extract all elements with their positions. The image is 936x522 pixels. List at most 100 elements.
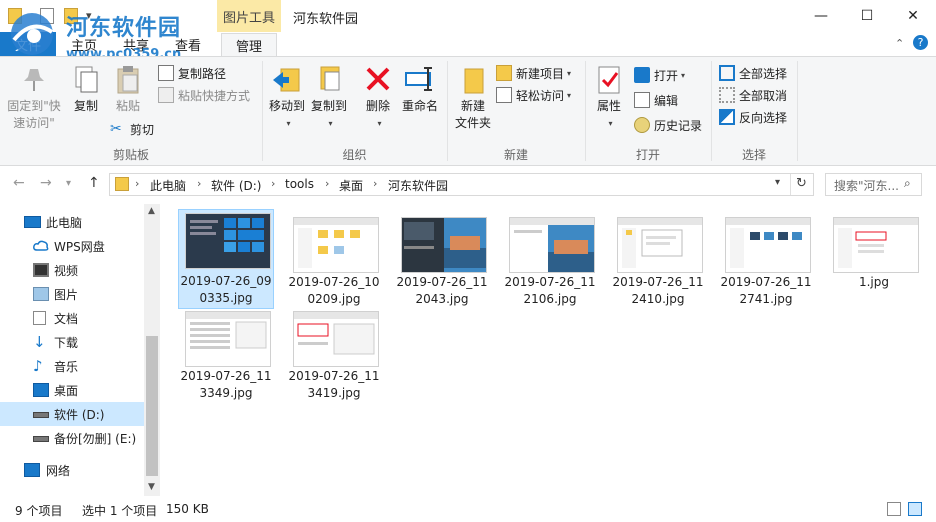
select-none-button[interactable]: 全部取消	[719, 85, 787, 105]
address-dropdown-icon[interactable]: ▾	[775, 177, 780, 188]
edit-label: 编辑	[654, 93, 679, 108]
copy-to-button[interactable]: 复制到 ▾	[308, 63, 350, 132]
nav-item-wps-cloud[interactable]: WPS网盘	[0, 234, 144, 258]
nav-item-videos[interactable]: 视频	[0, 258, 144, 282]
paste-shortcut-button[interactable]: 粘贴快捷方式	[158, 85, 250, 105]
new-item-label: 新建项目	[516, 66, 565, 81]
rename-button[interactable]: 重命名	[400, 63, 440, 115]
minimize-button[interactable]: —	[798, 0, 844, 32]
paste-shortcut-icon	[158, 87, 174, 103]
scroll-up-icon[interactable]: ▲	[148, 206, 155, 216]
invert-selection-button[interactable]: 反向选择	[719, 107, 787, 127]
file-item[interactable]: 2019-07-26_112410.jpg	[610, 209, 706, 309]
nav-item-drive-d[interactable]: 软件 (D:)	[0, 402, 144, 426]
move-to-button[interactable]: 移动到 ▾	[266, 63, 308, 132]
search-input[interactable]: 搜索"河东... ⌕	[825, 173, 922, 196]
file-name: 2019-07-26_113419.jpg	[288, 369, 380, 400]
breadcrumb-separator[interactable]: ›	[135, 177, 139, 190]
file-item[interactable]: 2019-07-26_090335.jpg	[178, 209, 274, 309]
forward-arrow-icon[interactable]: →	[40, 175, 52, 191]
nav-item-downloads[interactable]: ↓ 下载	[0, 330, 144, 354]
image-thumbnail	[833, 217, 919, 273]
breadcrumb-separator[interactable]: ›	[373, 177, 377, 190]
item-count: 9 个项目	[15, 504, 63, 518]
new-item-button[interactable]: 新建项目 ▾	[496, 63, 571, 83]
maximize-button[interactable]: ☐	[844, 0, 890, 32]
nav-item-music[interactable]: ♪ 音乐	[0, 354, 144, 378]
search-placeholder: 搜索"河东...	[834, 179, 899, 193]
nav-item-drive-e[interactable]: 备份[勿删] (E:)	[0, 426, 144, 450]
collapse-ribbon-icon[interactable]: ⌃	[895, 37, 904, 50]
nav-item-network[interactable]: 网络	[0, 458, 144, 482]
back-arrow-icon[interactable]: ←	[13, 175, 25, 191]
large-icons-view-icon[interactable]	[908, 502, 922, 516]
file-item[interactable]: 2019-07-26_112043.jpg	[394, 209, 490, 309]
breadcrumb-current[interactable]: 河东软件园	[388, 177, 448, 194]
copy-button[interactable]: 复制	[68, 63, 104, 115]
copy-path-button[interactable]: 复制路径	[158, 63, 226, 83]
copy-path-icon	[158, 65, 174, 81]
nav-label: 桌面	[54, 383, 79, 398]
scroll-down-icon[interactable]: ▼	[148, 482, 155, 492]
status-bar: 9 个项目 选中 1 个项目 150 KB	[0, 498, 936, 522]
nav-label: 音乐	[54, 359, 79, 374]
up-arrow-icon[interactable]: ↑	[88, 175, 100, 191]
nav-item-documents[interactable]: 文档	[0, 306, 144, 330]
file-item[interactable]: 2019-07-26_100209.jpg	[286, 209, 382, 309]
file-item[interactable]: 2019-07-26_112741.jpg	[718, 209, 814, 309]
network-icon	[24, 463, 40, 477]
paste-button[interactable]: 粘贴	[110, 63, 146, 115]
breadcrumb-desktop[interactable]: 桌面	[339, 177, 363, 194]
image-thumbnail	[617, 217, 703, 273]
image-thumbnail	[293, 311, 379, 367]
nav-item-desktop[interactable]: 桌面	[0, 378, 144, 402]
file-item[interactable]: 2019-07-26_112106.jpg	[502, 209, 598, 309]
file-item[interactable]: 2019-07-26_113419.jpg	[286, 303, 382, 403]
address-bar[interactable]: › 此电脑 › 软件 (D:) › tools › 桌面 › 河东软件园 ▾ ↻	[109, 173, 814, 196]
open-button[interactable]: 打开 ▾	[634, 65, 685, 85]
image-thumbnail	[293, 217, 379, 273]
select-all-button[interactable]: 全部选择	[719, 63, 787, 83]
cut-button[interactable]: ✂ 剪切	[110, 119, 154, 139]
breadcrumb-separator[interactable]: ›	[325, 177, 329, 190]
breadcrumb-drive-d[interactable]: 软件 (D:)	[211, 177, 261, 194]
close-button[interactable]: ✕	[890, 0, 936, 32]
help-icon[interactable]: ?	[913, 35, 928, 50]
nav-label: WPS网盘	[54, 239, 105, 254]
new-folder-button[interactable]: 新建 文件夹	[452, 63, 494, 132]
breadcrumb-separator[interactable]: ›	[271, 177, 275, 190]
chevron-down-icon: ▾	[286, 119, 291, 128]
file-item[interactable]: 2019-07-26_113349.jpg	[178, 303, 274, 403]
pin-quick-access-button[interactable]: 固定到"快 速访问"	[6, 63, 62, 132]
nav-label: 图片	[54, 287, 79, 302]
tab-manage[interactable]: 管理	[221, 33, 277, 57]
nav-scrollbar[interactable]: ▲ ▼	[144, 204, 160, 496]
file-name: 2019-07-26_112043.jpg	[396, 275, 488, 306]
delete-button[interactable]: 删除 ▾	[362, 63, 394, 132]
breadcrumb-tools[interactable]: tools	[285, 177, 314, 191]
recent-locations-icon[interactable]: ▾	[66, 178, 71, 189]
nav-label: 视频	[54, 263, 79, 278]
history-button[interactable]: 历史记录	[634, 115, 702, 135]
scroll-thumb[interactable]	[146, 336, 158, 476]
refresh-icon[interactable]: ↻	[796, 176, 807, 191]
properties-button[interactable]: 属性 ▾	[592, 63, 626, 132]
nav-item-this-pc[interactable]: 此电脑	[0, 210, 144, 234]
pin-icon	[18, 63, 50, 95]
selection-size: 150 KB	[166, 502, 209, 516]
properties-label: 属性	[596, 99, 621, 113]
nav-item-pictures[interactable]: 图片	[0, 282, 144, 306]
edit-button[interactable]: 编辑	[634, 90, 678, 110]
pin-label-1: 固定到"快	[7, 99, 61, 113]
breadcrumb-separator[interactable]: ›	[197, 177, 201, 190]
rename-icon	[404, 63, 436, 95]
computer-icon	[24, 216, 41, 228]
breadcrumb-this-pc[interactable]: 此电脑	[150, 177, 186, 194]
paste-label: 粘贴	[115, 99, 140, 113]
file-name: 2019-07-26_090335.jpg	[180, 274, 272, 305]
video-icon	[33, 263, 49, 277]
details-view-icon[interactable]	[887, 502, 901, 516]
search-icon[interactable]: ⌕	[904, 176, 911, 191]
file-item[interactable]: 1.jpg	[826, 209, 922, 309]
easy-access-button[interactable]: 轻松访问 ▾	[496, 85, 571, 105]
